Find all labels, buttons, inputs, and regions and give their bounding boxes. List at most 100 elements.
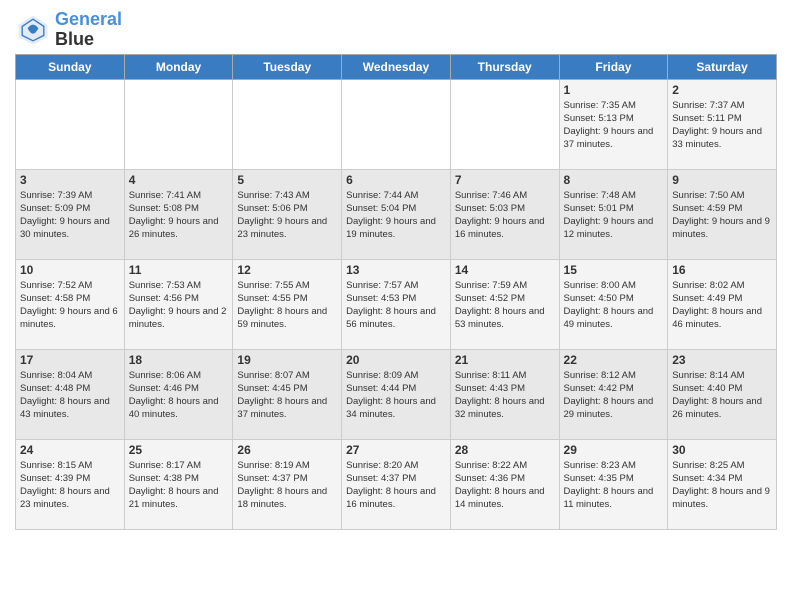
day-number: 11 <box>129 263 229 277</box>
calendar-cell: 9 Sunrise: 7:50 AM Sunset: 4:59 PM Daylig… <box>668 169 777 259</box>
week-row-2: 3Sunrise: 7:39 AM Sunset: 5:09 PM Daylig… <box>16 169 777 259</box>
day-info: Sunrise: 8:04 AM Sunset: 4:48 PM Dayligh… <box>20 369 120 422</box>
day-number: 6 <box>346 173 446 187</box>
day-info: Sunrise: 8:20 AM Sunset: 4:37 PM Dayligh… <box>346 459 446 512</box>
calendar-cell: 18Sunrise: 8:06 AM Sunset: 4:46 PM Dayli… <box>124 349 233 439</box>
day-header-thursday: Thursday <box>450 54 559 79</box>
calendar-cell <box>124 79 233 169</box>
day-info: Sunrise: 8:23 AM Sunset: 4:35 PM Dayligh… <box>564 459 664 512</box>
day-number: 7 <box>455 173 555 187</box>
day-number: 10 <box>20 263 120 277</box>
day-number: 30 <box>672 443 772 457</box>
day-number: 15 <box>564 263 664 277</box>
day-number: 26 <box>237 443 337 457</box>
logo-line1: General <box>55 10 122 30</box>
day-number: 20 <box>346 353 446 367</box>
calendar-cell: 10 Sunrise: 7:52 AM Sunset: 4:58 PM Dayli… <box>16 259 125 349</box>
day-number: 2 <box>672 83 772 97</box>
day-info: Sunrise: 8:07 AM Sunset: 4:45 PM Dayligh… <box>237 369 337 422</box>
calendar-cell: 16 Sunrise: 8:02 AM Sunset: 4:49 PM Dayli… <box>668 259 777 349</box>
week-row-4: 17 Sunrise: 8:04 AM Sunset: 4:48 PM Dayli… <box>16 349 777 439</box>
day-number: 22 <box>564 353 664 367</box>
calendar-cell: 25 Sunrise: 8:17 AM Sunset: 4:38 PM Dayli… <box>124 439 233 529</box>
calendar-cell: 1Sunrise: 7:35 AM Sunset: 5:13 PM Daylig… <box>559 79 668 169</box>
calendar-cell: 12 Sunrise: 7:55 AM Sunset: 4:55 PM Dayli… <box>233 259 342 349</box>
day-info: Sunrise: 7:46 AM Sunset: 5:03 PM Dayligh… <box>455 189 555 242</box>
calendar-cell <box>233 79 342 169</box>
day-info: Sunrise: 7:52 AM Sunset: 4:58 PM Dayligh… <box>20 279 120 332</box>
calendar-cell: 30 Sunrise: 8:25 AM Sunset: 4:34 PM Dayli… <box>668 439 777 529</box>
day-info: Sunrise: 8:14 AM Sunset: 4:40 PM Dayligh… <box>672 369 772 422</box>
day-number: 17 <box>20 353 120 367</box>
calendar-cell: 22 Sunrise: 8:12 AM Sunset: 4:42 PM Dayli… <box>559 349 668 439</box>
day-info: Sunrise: 7:55 AM Sunset: 4:55 PM Dayligh… <box>237 279 337 332</box>
week-row-5: 24 Sunrise: 8:15 AM Sunset: 4:39 PM Dayli… <box>16 439 777 529</box>
calendar-cell: 3Sunrise: 7:39 AM Sunset: 5:09 PM Daylig… <box>16 169 125 259</box>
week-row-3: 10 Sunrise: 7:52 AM Sunset: 4:58 PM Dayli… <box>16 259 777 349</box>
calendar-cell: 2 Sunrise: 7:37 AM Sunset: 5:11 PM Daylig… <box>668 79 777 169</box>
calendar-cell: 6 Sunrise: 7:44 AM Sunset: 5:04 PM Daylig… <box>342 169 451 259</box>
day-number: 12 <box>237 263 337 277</box>
logo-icon <box>15 12 51 48</box>
day-info: Sunrise: 7:41 AM Sunset: 5:08 PM Dayligh… <box>129 189 229 242</box>
day-number: 28 <box>455 443 555 457</box>
day-number: 27 <box>346 443 446 457</box>
day-info: Sunrise: 7:43 AM Sunset: 5:06 PM Dayligh… <box>237 189 337 242</box>
calendar-cell: 28 Sunrise: 8:22 AM Sunset: 4:36 PM Dayli… <box>450 439 559 529</box>
logo-text: General Blue <box>55 10 122 50</box>
day-info: Sunrise: 8:11 AM Sunset: 4:43 PM Dayligh… <box>455 369 555 422</box>
day-info: Sunrise: 8:12 AM Sunset: 4:42 PM Dayligh… <box>564 369 664 422</box>
day-number: 3 <box>20 173 120 187</box>
day-info: Sunrise: 7:59 AM Sunset: 4:52 PM Dayligh… <box>455 279 555 332</box>
calendar-cell: 23 Sunrise: 8:14 AM Sunset: 4:40 PM Dayli… <box>668 349 777 439</box>
day-info: Sunrise: 7:44 AM Sunset: 5:04 PM Dayligh… <box>346 189 446 242</box>
calendar-cell: 5 Sunrise: 7:43 AM Sunset: 5:06 PM Daylig… <box>233 169 342 259</box>
day-info: Sunrise: 8:15 AM Sunset: 4:39 PM Dayligh… <box>20 459 120 512</box>
calendar-cell: 14 Sunrise: 7:59 AM Sunset: 4:52 PM Dayli… <box>450 259 559 349</box>
day-number: 13 <box>346 263 446 277</box>
day-number: 14 <box>455 263 555 277</box>
day-header-saturday: Saturday <box>668 54 777 79</box>
days-row: SundayMondayTuesdayWednesdayThursdayFrid… <box>16 54 777 79</box>
day-info: Sunrise: 8:17 AM Sunset: 4:38 PM Dayligh… <box>129 459 229 512</box>
calendar-cell: 21Sunrise: 8:11 AM Sunset: 4:43 PM Dayli… <box>450 349 559 439</box>
day-info: Sunrise: 8:06 AM Sunset: 4:46 PM Dayligh… <box>129 369 229 422</box>
day-header-sunday: Sunday <box>16 54 125 79</box>
calendar-cell <box>342 79 451 169</box>
calendar-cell: 20Sunrise: 8:09 AM Sunset: 4:44 PM Dayli… <box>342 349 451 439</box>
day-number: 24 <box>20 443 120 457</box>
day-number: 19 <box>237 353 337 367</box>
day-info: Sunrise: 7:35 AM Sunset: 5:13 PM Dayligh… <box>564 99 664 152</box>
day-number: 8 <box>564 173 664 187</box>
calendar-cell: 15Sunrise: 8:00 AM Sunset: 4:50 PM Dayli… <box>559 259 668 349</box>
day-info: Sunrise: 8:22 AM Sunset: 4:36 PM Dayligh… <box>455 459 555 512</box>
day-number: 9 <box>672 173 772 187</box>
day-number: 25 <box>129 443 229 457</box>
calendar-cell: 24 Sunrise: 8:15 AM Sunset: 4:39 PM Dayli… <box>16 439 125 529</box>
day-number: 29 <box>564 443 664 457</box>
day-number: 23 <box>672 353 772 367</box>
day-number: 5 <box>237 173 337 187</box>
calendar-cell: 17 Sunrise: 8:04 AM Sunset: 4:48 PM Dayli… <box>16 349 125 439</box>
calendar-cell <box>450 79 559 169</box>
day-info: Sunrise: 8:02 AM Sunset: 4:49 PM Dayligh… <box>672 279 772 332</box>
calendar-cell: 27 Sunrise: 8:20 AM Sunset: 4:37 PM Dayli… <box>342 439 451 529</box>
logo-line2: Blue <box>55 30 122 50</box>
day-info: Sunrise: 7:53 AM Sunset: 4:56 PM Dayligh… <box>129 279 229 332</box>
calendar-body: 1Sunrise: 7:35 AM Sunset: 5:13 PM Daylig… <box>16 79 777 529</box>
logo: General Blue <box>15 10 122 50</box>
calendar-cell: 11 Sunrise: 7:53 AM Sunset: 4:56 PM Dayli… <box>124 259 233 349</box>
calendar-table: SundayMondayTuesdayWednesdayThursdayFrid… <box>15 54 777 530</box>
day-info: Sunrise: 7:48 AM Sunset: 5:01 PM Dayligh… <box>564 189 664 242</box>
day-info: Sunrise: 8:25 AM Sunset: 4:34 PM Dayligh… <box>672 459 772 512</box>
day-info: Sunrise: 7:37 AM Sunset: 5:11 PM Dayligh… <box>672 99 772 152</box>
calendar-cell: 7 Sunrise: 7:46 AM Sunset: 5:03 PM Daylig… <box>450 169 559 259</box>
calendar-cell: 13Sunrise: 7:57 AM Sunset: 4:53 PM Dayli… <box>342 259 451 349</box>
header: General Blue <box>15 10 777 50</box>
day-info: Sunrise: 7:50 AM Sunset: 4:59 PM Dayligh… <box>672 189 772 242</box>
day-header-tuesday: Tuesday <box>233 54 342 79</box>
day-number: 4 <box>129 173 229 187</box>
day-info: Sunrise: 8:19 AM Sunset: 4:37 PM Dayligh… <box>237 459 337 512</box>
day-header-monday: Monday <box>124 54 233 79</box>
day-number: 16 <box>672 263 772 277</box>
